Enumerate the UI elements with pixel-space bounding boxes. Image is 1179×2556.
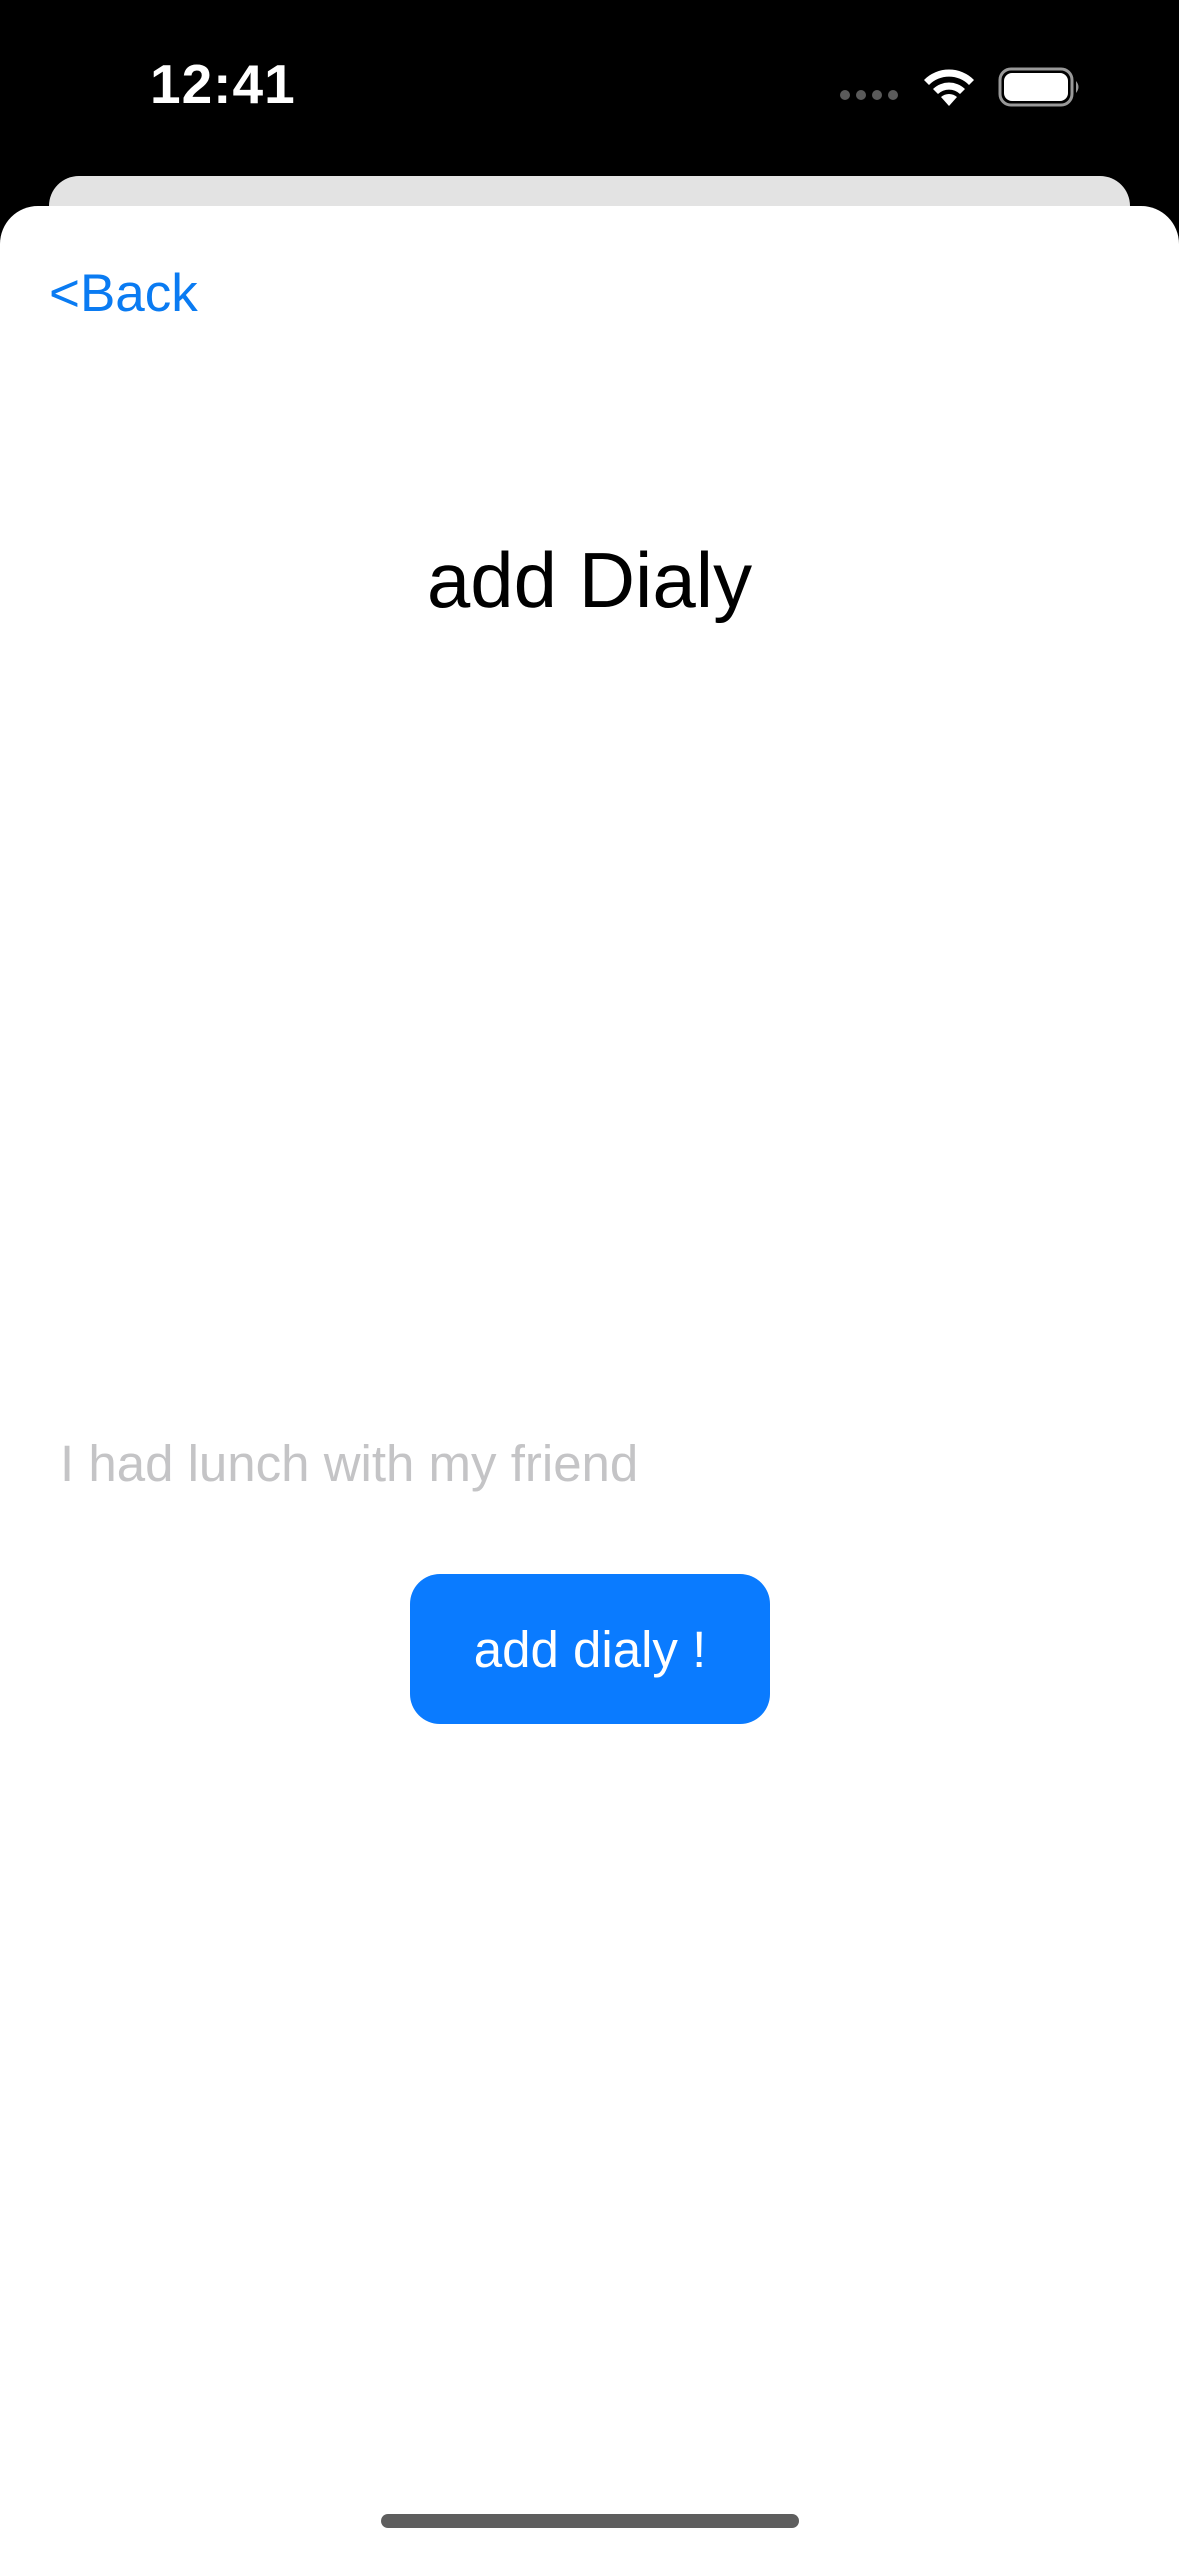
- page-title: add Dialy: [426, 536, 753, 624]
- status-bar: 12:41: [0, 0, 1179, 175]
- add-entry-modal: <Back add Dialy add dialy !: [0, 206, 1179, 2556]
- back-button[interactable]: <Back: [49, 262, 198, 326]
- add-dialy-button[interactable]: add dialy !: [410, 1574, 770, 1724]
- home-indicator[interactable]: [381, 2514, 799, 2528]
- signal-dots-icon: [840, 90, 898, 100]
- battery-icon: [998, 67, 1079, 107]
- diary-entry-input[interactable]: [60, 1418, 1120, 1508]
- wifi-icon: [924, 69, 974, 106]
- status-icons: [840, 62, 1082, 112]
- app-screen: 12:41 <Back add Dialy add dialy !: [0, 0, 1179, 2556]
- status-time: 12:41: [150, 53, 296, 115]
